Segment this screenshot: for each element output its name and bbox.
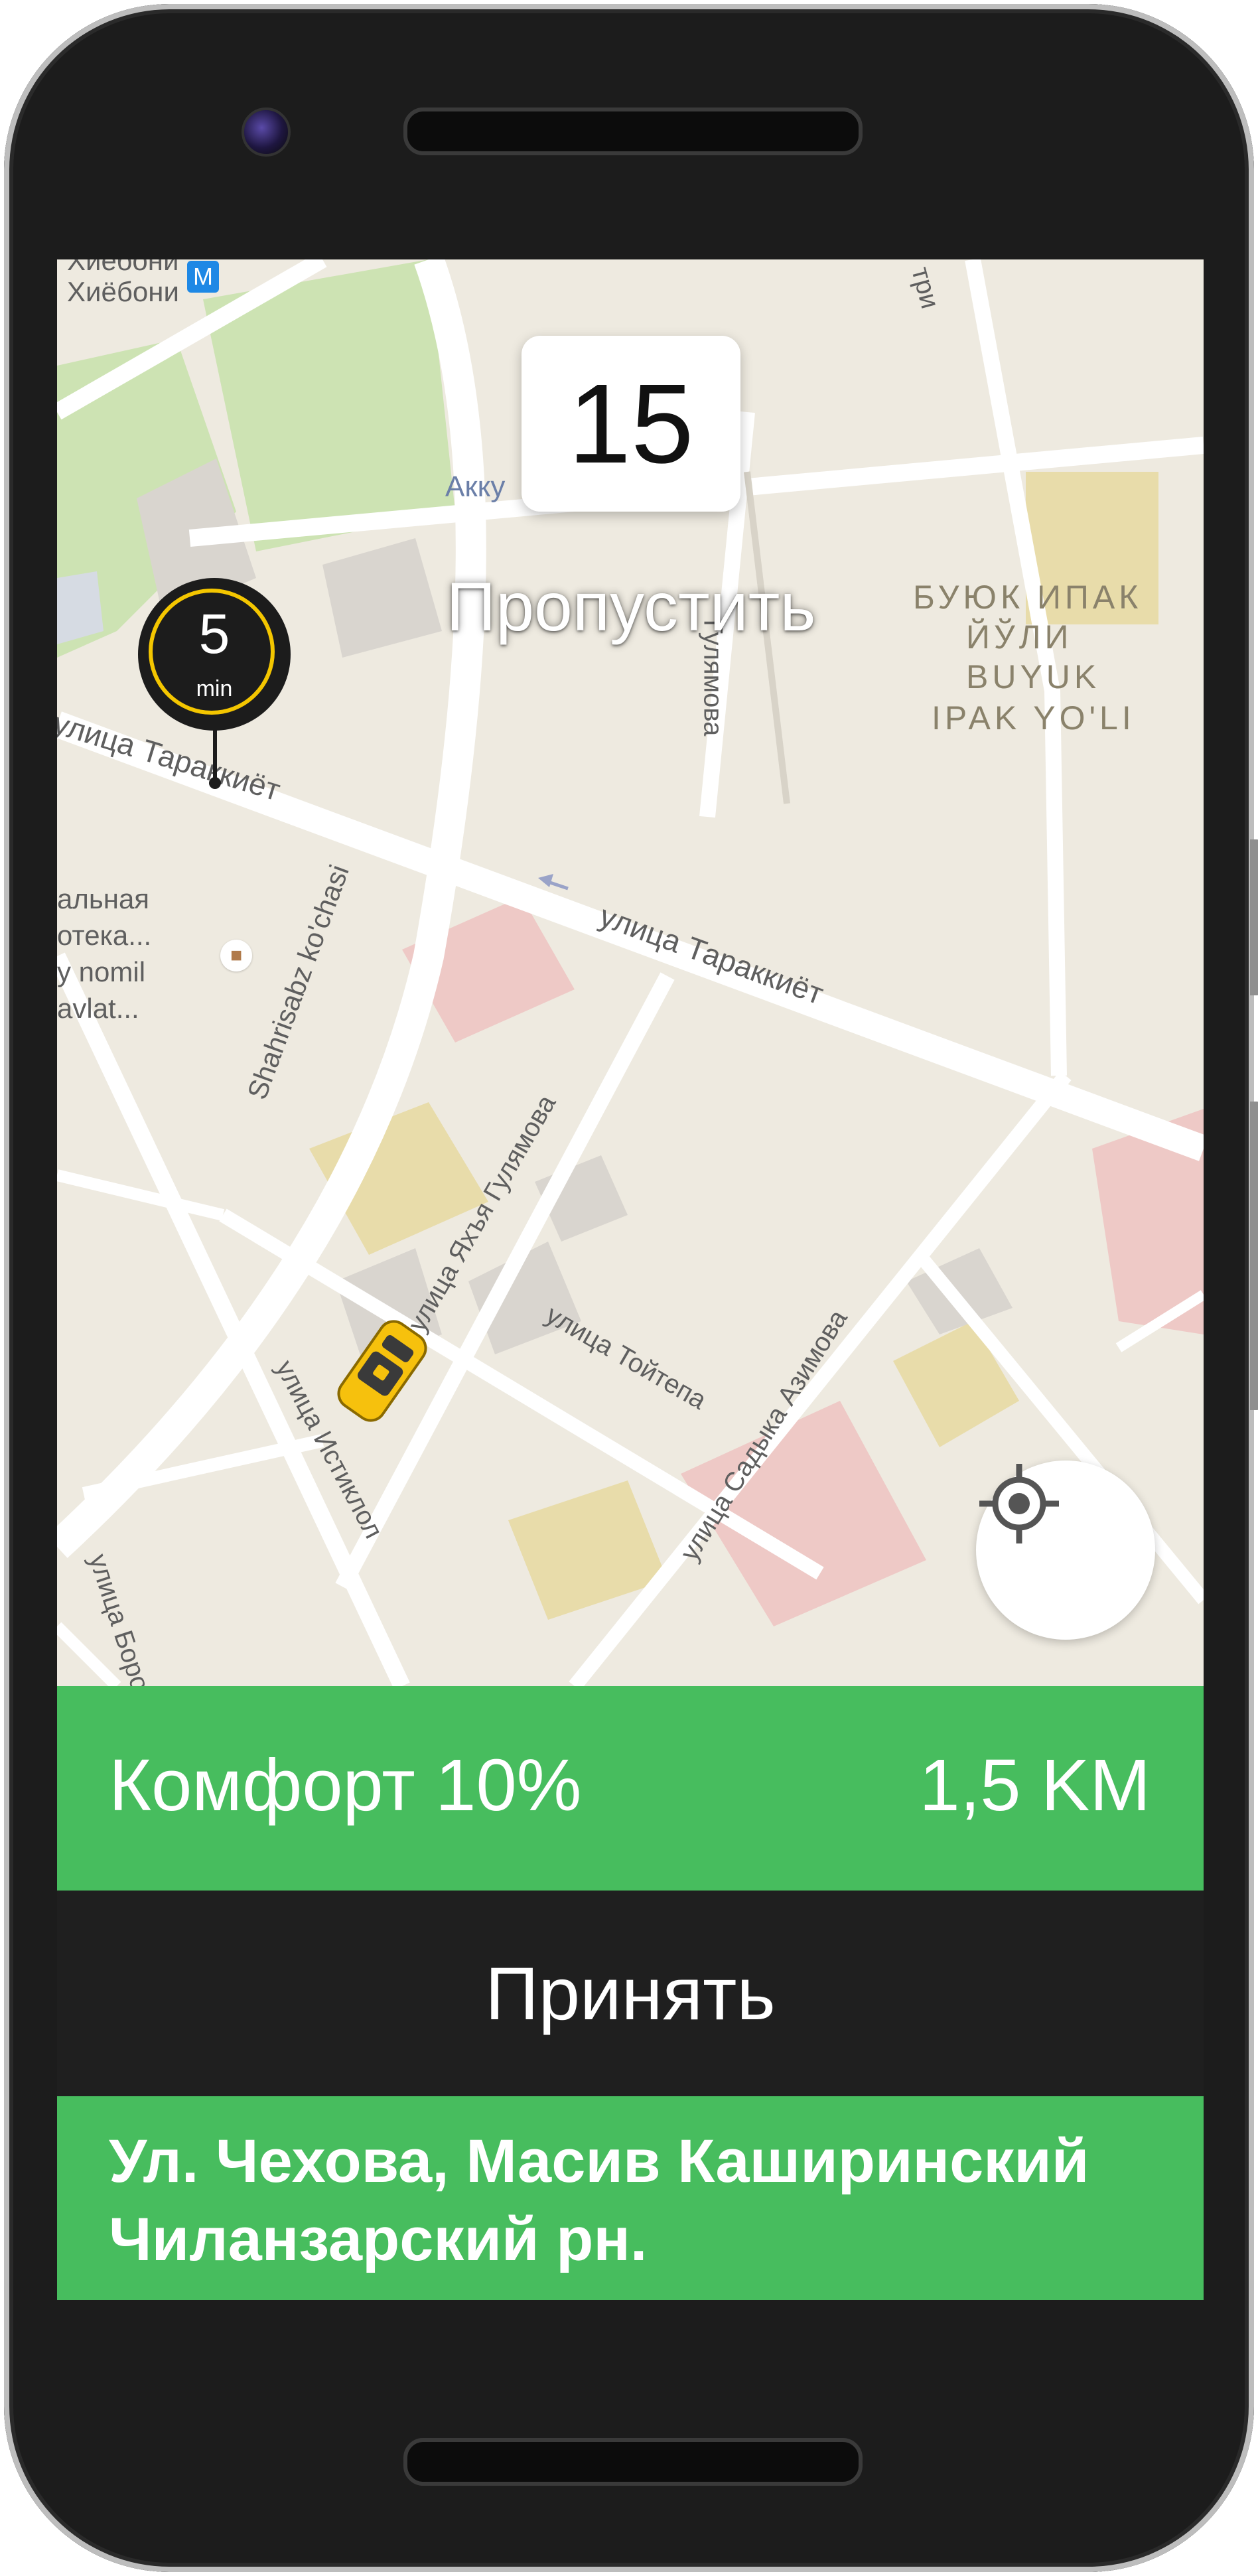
my-location-button[interactable]	[976, 1461, 1155, 1640]
power-button	[1250, 1102, 1258, 1410]
map-label-akku: Акку	[445, 470, 506, 503]
app-screen: Хиебони Хиёбони M Акку Гулямова БУЮК ИПА…	[57, 259, 1204, 2300]
eta-pin-anchor	[209, 777, 221, 789]
bottom-speaker	[403, 2438, 863, 2486]
phone-frame: Хиебони Хиёбони M Акку Гулямова БУЮК ИПА…	[4, 4, 1254, 2572]
address-bar: Ул. Чехова, Масив Каширинский Чиланзарск…	[57, 2096, 1204, 2300]
earpiece-speaker	[403, 107, 863, 155]
eta-pin[interactable]: 5 min	[138, 578, 291, 731]
map-label-library: avlat...	[57, 993, 139, 1024]
metro-badge-icon: M	[187, 261, 219, 293]
map-view[interactable]: Хиебони Хиёбони M Акку Гулямова БУЮК ИПА…	[57, 259, 1204, 1708]
map-label-library: отека...	[57, 920, 152, 951]
volume-button	[1250, 839, 1258, 995]
map-label-buyuk-ipak: ЙЎЛИ	[966, 618, 1073, 656]
pickup-address: Ул. Чехова, Масив Каширинский Чиланзарск…	[109, 2127, 1089, 2273]
skip-button[interactable]: Пропустить	[309, 568, 953, 647]
accept-button[interactable]: Принять	[57, 1891, 1204, 2096]
eta-pin-value: 5	[198, 603, 230, 665]
eta-pin-unit: min	[196, 676, 233, 701]
map-label-library: альная	[57, 883, 150, 914]
accept-bar: Принять	[57, 1891, 1204, 2096]
crosshair-locate-icon	[979, 1464, 1059, 1543]
front-camera	[242, 107, 291, 157]
map-label-buyuk-ipak: IPAK YO'LI	[932, 699, 1135, 737]
eta-pin-stick	[213, 728, 217, 781]
order-info-bar: Комфорт 10% 1,5 KM	[57, 1686, 1204, 1891]
map-label-metro: Хиебони	[67, 259, 179, 276]
tariff-label: Комфорт 10%	[109, 1745, 582, 1826]
map-label-metro: Хиёбони	[67, 276, 179, 307]
distance-label: 1,5 KM	[919, 1745, 1151, 1826]
library-book-icon: ■	[220, 940, 252, 971]
countdown-timer: 15	[522, 336, 740, 512]
map-label-library: y nomil	[57, 956, 146, 987]
map-label-buyuk-ipak: BUYUK	[966, 658, 1101, 695]
